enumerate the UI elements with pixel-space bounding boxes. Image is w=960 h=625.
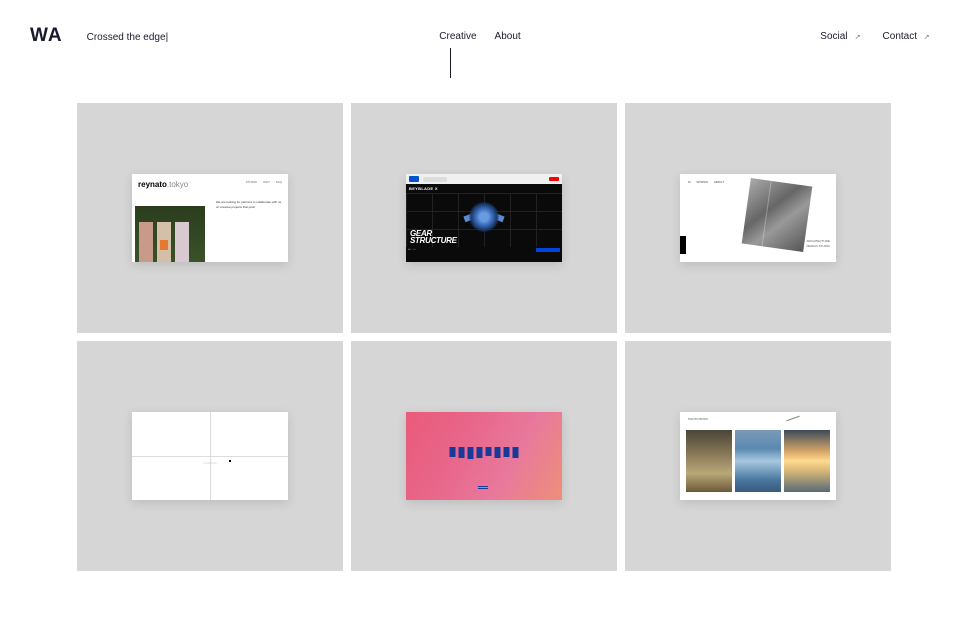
loading-text: LOADING (203, 461, 217, 465)
external-icon: → (849, 29, 862, 42)
fashion-image-icon (135, 206, 205, 262)
cursor-icon: | (166, 32, 169, 43)
mark-icon (478, 486, 490, 490)
wave-photo-icon (735, 430, 781, 492)
thumb-head: PHOTO BOOK (688, 417, 708, 421)
nav-right: Social → Contact → (820, 31, 930, 42)
thumbnail-loading: LOADING (132, 412, 288, 500)
thumbnail-architecture: M WORKS ABOUT ARCHITECTURE DESIGN STUDIO (680, 174, 836, 262)
thumbnail-reynato: reynato.tokyo STUDIO UNIT FAQ We are loo… (132, 174, 288, 262)
thumb-nav: M WORKS ABOUT (688, 180, 724, 184)
divider-line (450, 48, 451, 78)
project-card[interactable] (351, 341, 617, 571)
header: WA Crossed the edge| Creative About Soci… (0, 0, 960, 47)
headline: GEAR STRUCTURE (410, 231, 457, 245)
nav-creative[interactable]: Creative (439, 31, 476, 42)
project-card[interactable]: LOADING (77, 341, 343, 571)
building-image-icon (742, 178, 813, 252)
logo[interactable]: WA (30, 25, 63, 47)
project-card[interactable]: PHOTO BOOK (625, 341, 891, 571)
sublogo: BEYBLADE X (406, 184, 562, 193)
caption: ARCHITECTURE DESIGN STUDIO (806, 239, 830, 248)
night-photo-icon (686, 430, 732, 492)
project-card[interactable]: M WORKS ABOUT ARCHITECTURE DESIGN STUDIO (625, 103, 891, 333)
header-left: WA Crossed the edge| (30, 25, 168, 47)
silhouette-icon (450, 447, 519, 459)
side-tab-icon (680, 236, 686, 254)
thumb-brand: reynato.tokyo (138, 180, 188, 189)
accent-line-icon (786, 416, 799, 422)
thumbnail-band (406, 412, 562, 500)
project-card[interactable]: reynato.tokyo STUDIO UNIT FAQ We are loo… (77, 103, 343, 333)
nav-about[interactable]: About (495, 31, 521, 42)
nav-social[interactable]: Social → (820, 31, 860, 42)
beyblade-icon (466, 199, 502, 235)
nav-center: Creative About (439, 31, 520, 42)
crosshair-v-icon (210, 412, 211, 500)
sunset-photo-icon (784, 430, 830, 492)
thumbnail-beyblade: BEYBLADE X GEAR STRUCTURE ▪▪▪ ▪▪▪▪ (406, 174, 562, 262)
corp-navbar-icon (406, 174, 562, 184)
thumb-nav: STUDIO UNIT FAQ (246, 180, 282, 184)
footer-strip: ▪▪▪ ▪▪▪▪ (406, 247, 562, 253)
project-grid: reynato.tokyo STUDIO UNIT FAQ We are loo… (0, 103, 960, 571)
project-card[interactable]: BEYBLADE X GEAR STRUCTURE ▪▪▪ ▪▪▪▪ (351, 103, 617, 333)
photo-row (686, 430, 830, 492)
tagline: Crossed the edge| (87, 27, 169, 45)
nav-contact[interactable]: Contact → (883, 31, 930, 42)
dot-icon (229, 460, 231, 462)
thumbnail-photobook: PHOTO BOOK (680, 412, 836, 500)
thumb-body-text: We are looking for partners to collabora… (216, 200, 284, 210)
external-icon: → (919, 29, 932, 42)
